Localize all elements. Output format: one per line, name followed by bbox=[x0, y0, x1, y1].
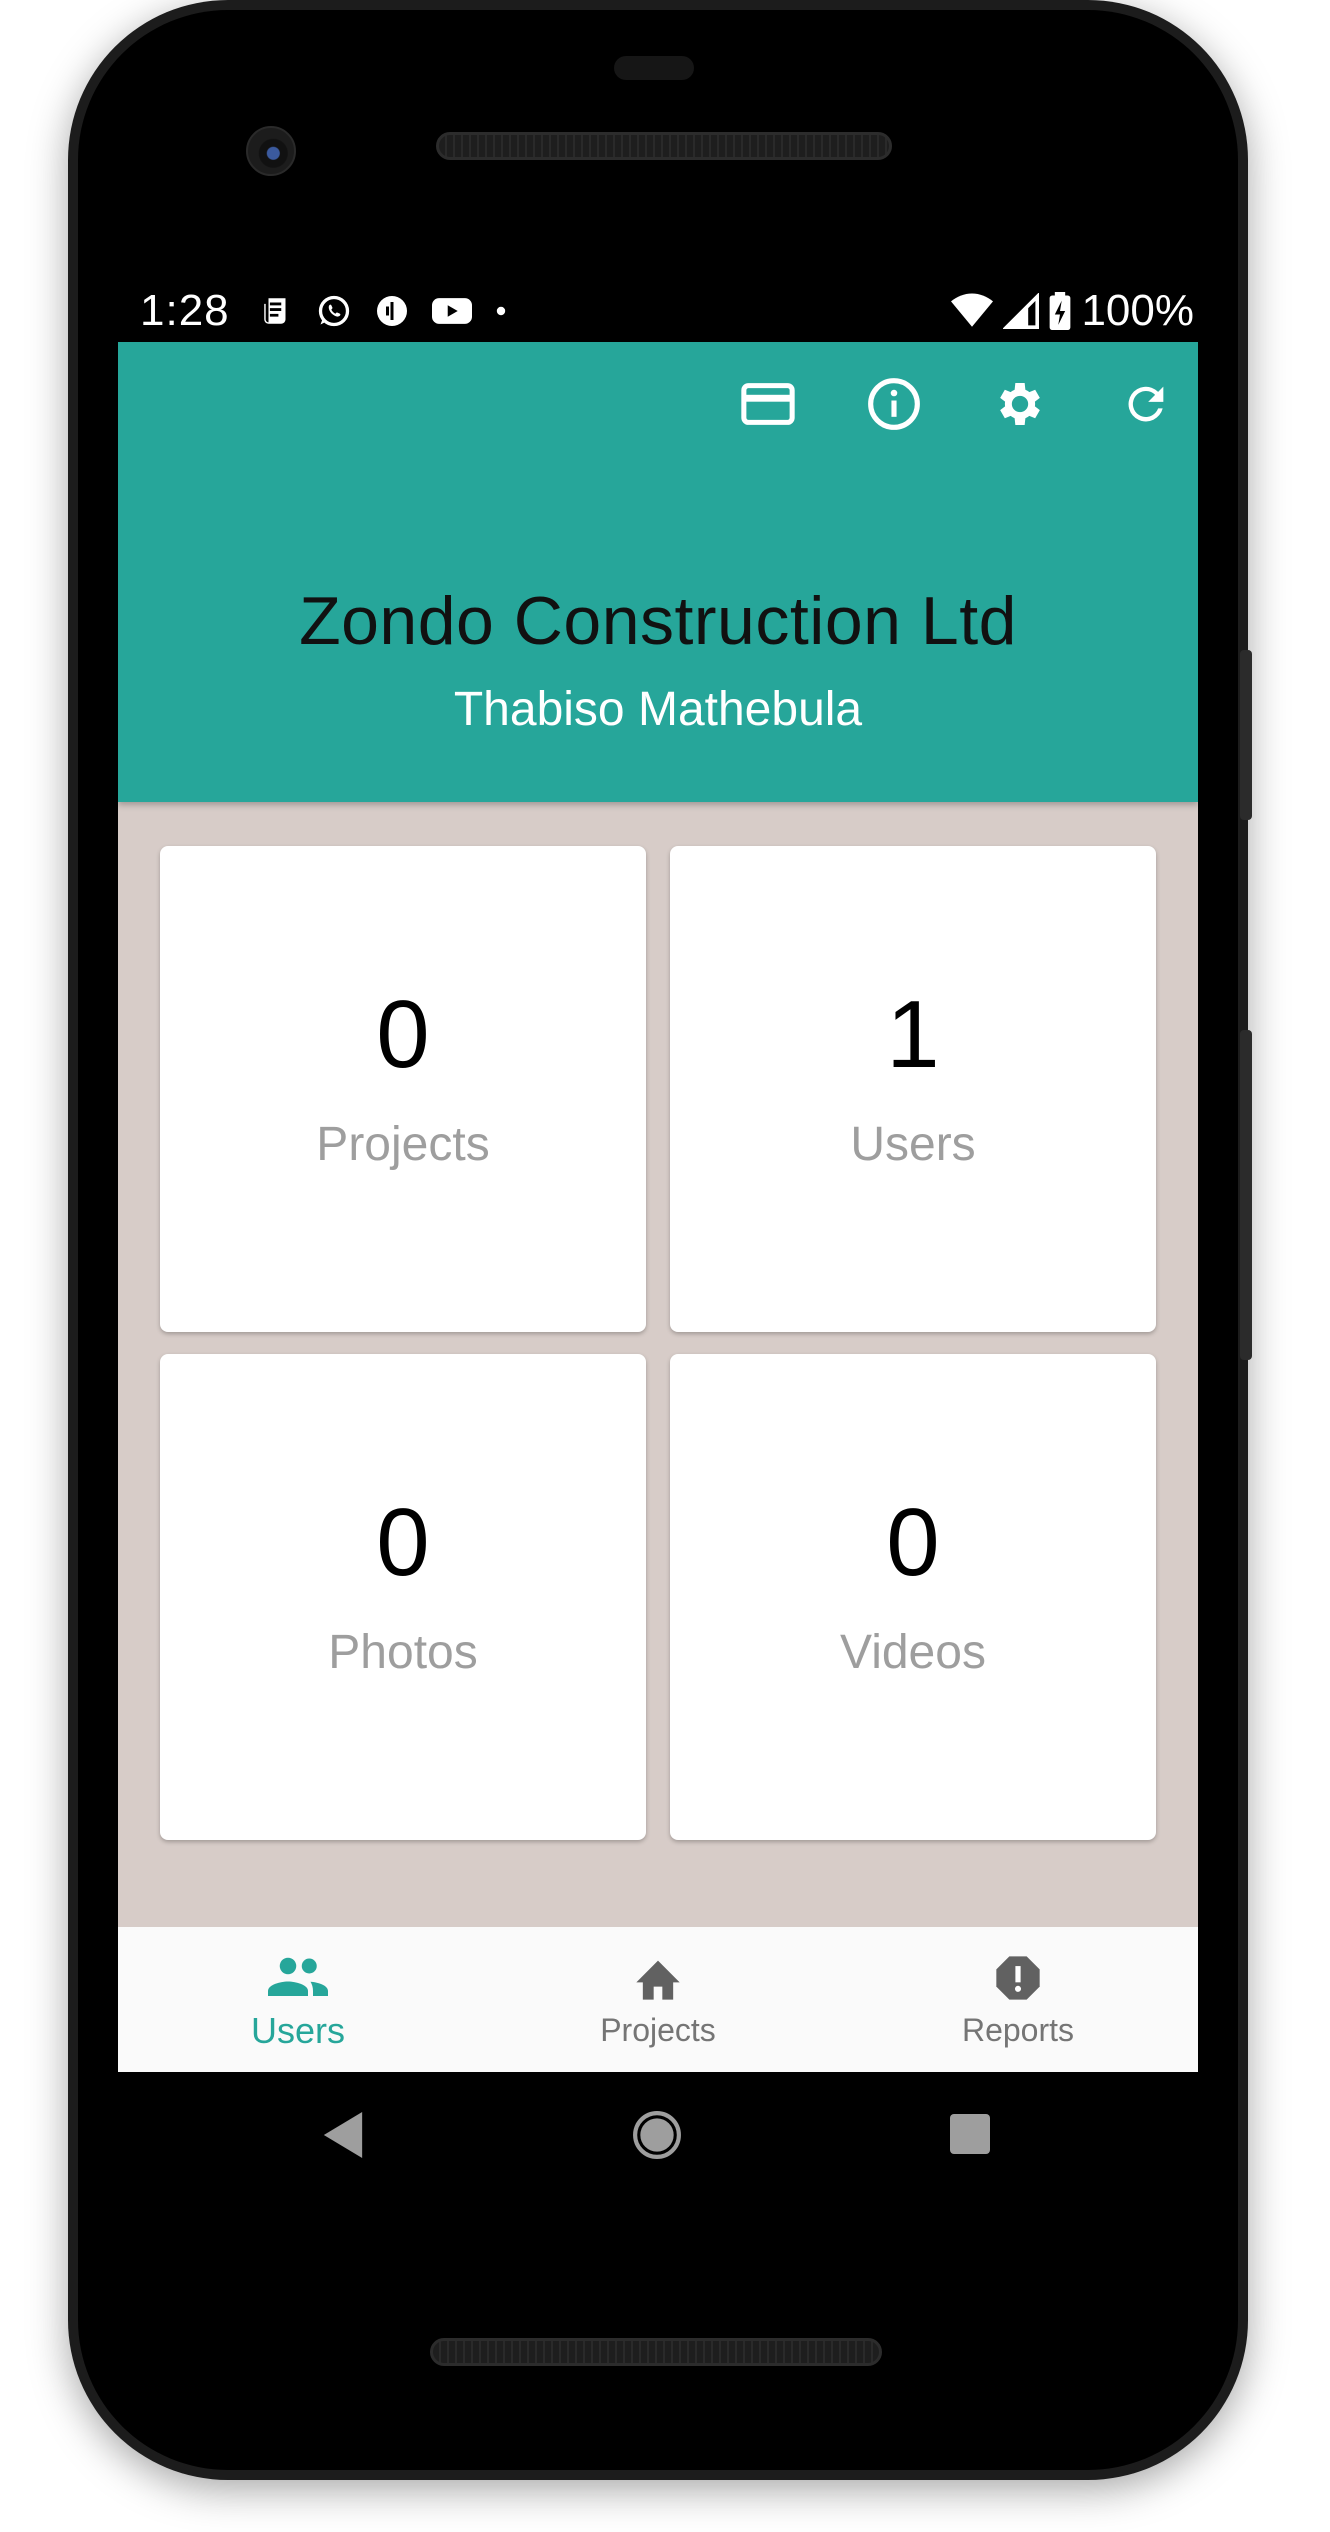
youtube-icon bbox=[431, 298, 472, 324]
credit-card-icon bbox=[741, 383, 795, 425]
recents-icon bbox=[950, 2114, 990, 2154]
news-icon bbox=[263, 298, 286, 324]
report-icon bbox=[996, 1956, 1040, 2000]
home-icon bbox=[636, 1960, 680, 2000]
status-bar: 1:28 100% bbox=[118, 280, 1198, 342]
settings-button[interactable] bbox=[988, 372, 1052, 436]
dot-icon bbox=[496, 306, 505, 316]
users-stat-card[interactable]: 1 Users bbox=[670, 846, 1156, 1332]
refresh-icon bbox=[1128, 386, 1164, 422]
app-icon bbox=[376, 296, 407, 326]
top-speaker bbox=[436, 132, 892, 160]
refresh-button[interactable] bbox=[1114, 372, 1178, 436]
system-status-icons: 100% bbox=[951, 286, 1194, 336]
nav-label-users: Users bbox=[250, 2009, 345, 2051]
user-name: Thabiso Mathebula bbox=[453, 683, 863, 736]
users-count: 1 bbox=[886, 980, 940, 1088]
info-button[interactable] bbox=[862, 372, 926, 436]
company-name: Zondo Construction Ltd bbox=[299, 583, 1017, 659]
bottom-speaker bbox=[430, 2338, 882, 2366]
videos-stat-card[interactable]: 0 Videos bbox=[670, 1354, 1156, 1840]
photos-count: 0 bbox=[376, 1488, 430, 1596]
system-navigation-bar bbox=[118, 2072, 1198, 2202]
power-button bbox=[1240, 650, 1252, 820]
system-back-button[interactable] bbox=[323, 2112, 363, 2163]
notification-icons bbox=[260, 293, 508, 329]
status-time: 1:28 bbox=[140, 286, 230, 335]
projects-label: Projects bbox=[316, 1117, 490, 1171]
nav-item-reports[interactable]: Reports bbox=[838, 1927, 1198, 2072]
app-screen: Zondo Construction Ltd Thabiso Mathebula… bbox=[118, 342, 1198, 2072]
projects-count: 0 bbox=[376, 980, 430, 1088]
settings-icon bbox=[1000, 383, 1040, 425]
proximity-sensor bbox=[614, 56, 694, 80]
photos-stat-card[interactable]: 0 Photos bbox=[160, 1354, 646, 1840]
signal-icon bbox=[1003, 293, 1040, 329]
nav-label-reports: Reports bbox=[961, 2012, 1075, 2048]
front-camera bbox=[246, 126, 296, 176]
app-bar: Zondo Construction Ltd Thabiso Mathebula bbox=[118, 342, 1198, 802]
wifi-icon bbox=[951, 293, 994, 327]
videos-count: 0 bbox=[886, 1488, 940, 1596]
app-bar-actions bbox=[736, 372, 1178, 436]
projects-stat-card[interactable]: 0 Projects bbox=[160, 846, 646, 1332]
system-recents-button[interactable] bbox=[950, 2114, 990, 2159]
users-label: Users bbox=[850, 1117, 976, 1171]
photos-label: Photos bbox=[328, 1625, 478, 1679]
home-circle-icon bbox=[633, 2111, 681, 2159]
nav-label-projects: Projects bbox=[600, 2012, 716, 2048]
videos-label: Videos bbox=[840, 1625, 986, 1679]
battery-percent: 100% bbox=[1081, 286, 1194, 335]
people-icon bbox=[268, 1957, 328, 1996]
volume-button bbox=[1240, 1030, 1252, 1360]
bottom-navigation: Users Projects Reports bbox=[118, 1927, 1198, 2072]
billing-button[interactable] bbox=[736, 372, 800, 436]
back-icon bbox=[323, 2112, 363, 2158]
nav-item-users[interactable]: Users bbox=[118, 1927, 478, 2072]
nav-item-projects[interactable]: Projects bbox=[478, 1927, 838, 2072]
whatsapp-icon bbox=[318, 295, 349, 327]
battery-charging-icon bbox=[1050, 292, 1071, 330]
info-icon bbox=[868, 378, 920, 430]
system-home-button[interactable] bbox=[632, 2110, 682, 2165]
